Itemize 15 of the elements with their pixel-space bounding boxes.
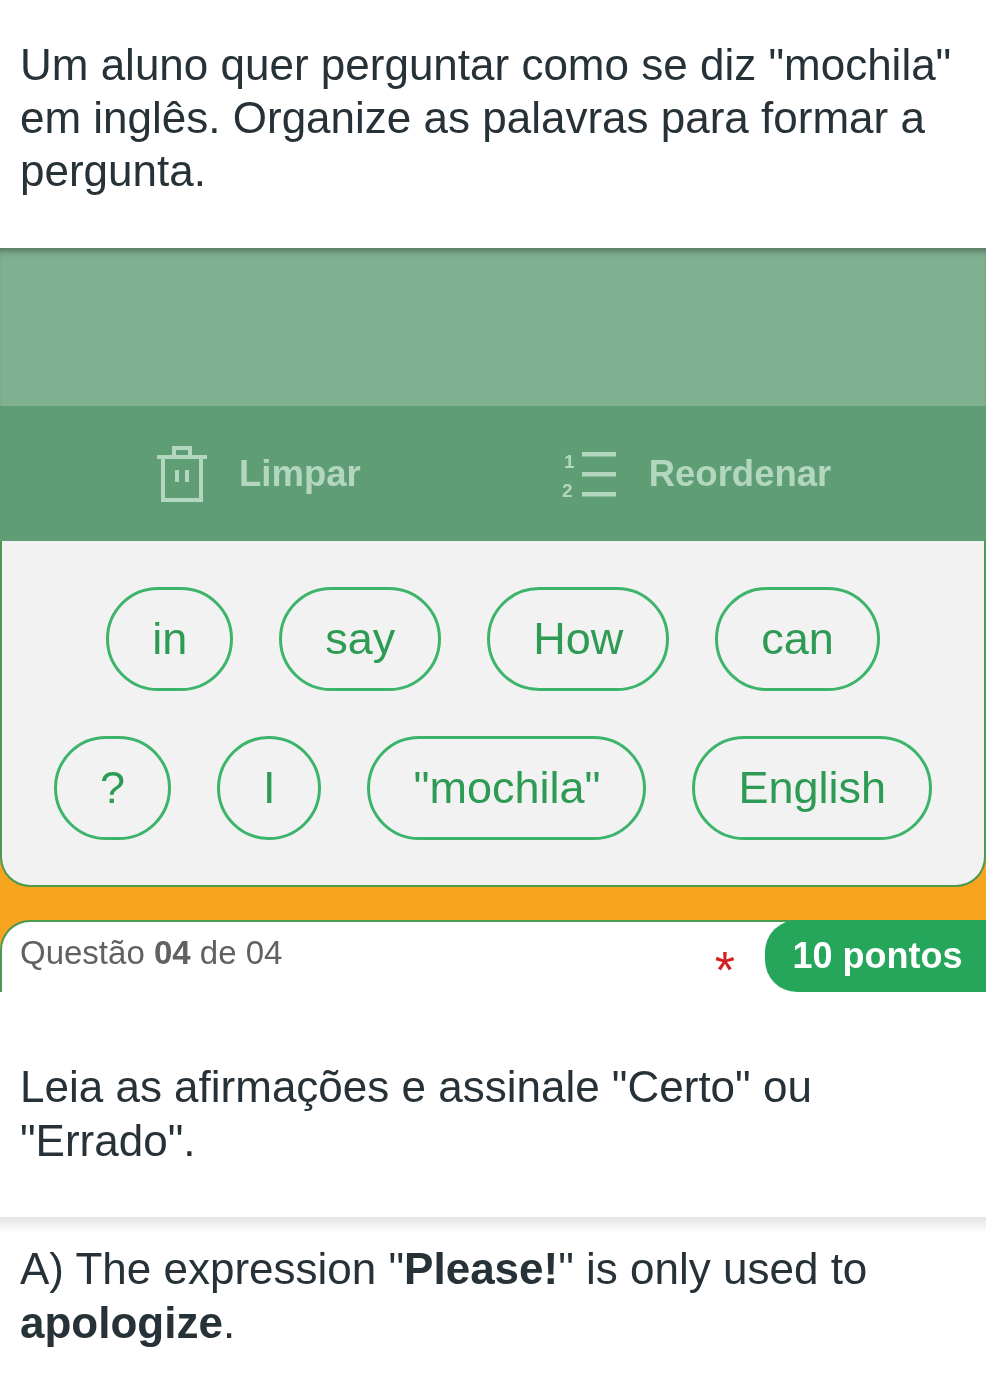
- statement-text: A) The expression "Please!" is only used to apologize.: [19, 1243, 869, 1349]
- question-prompt: Um aluno quer perguntar como se diz "mochila" em inglês. Organize as palavras para formar a pergunta.: [20, 39, 953, 197]
- points-badge: 10 pontos: [765, 920, 986, 992]
- trash-icon: [157, 445, 207, 502]
- word-chip[interactable]: "mochila": [367, 736, 647, 840]
- question-counter: Questão 04 de 04: [19, 933, 284, 972]
- word-chip[interactable]: I: [216, 736, 322, 840]
- word-chip[interactable]: How: [487, 587, 670, 691]
- word-chip[interactable]: ?: [53, 736, 171, 840]
- instruction-text: Leia as afirmações e assinale "Certo" ou "Errado".: [19, 1061, 813, 1167]
- word-chip[interactable]: in: [106, 587, 234, 691]
- word-chip[interactable]: English: [692, 736, 933, 840]
- word-chip[interactable]: say: [279, 587, 442, 691]
- required-mark: *: [714, 940, 735, 996]
- word-chip[interactable]: can: [715, 587, 880, 691]
